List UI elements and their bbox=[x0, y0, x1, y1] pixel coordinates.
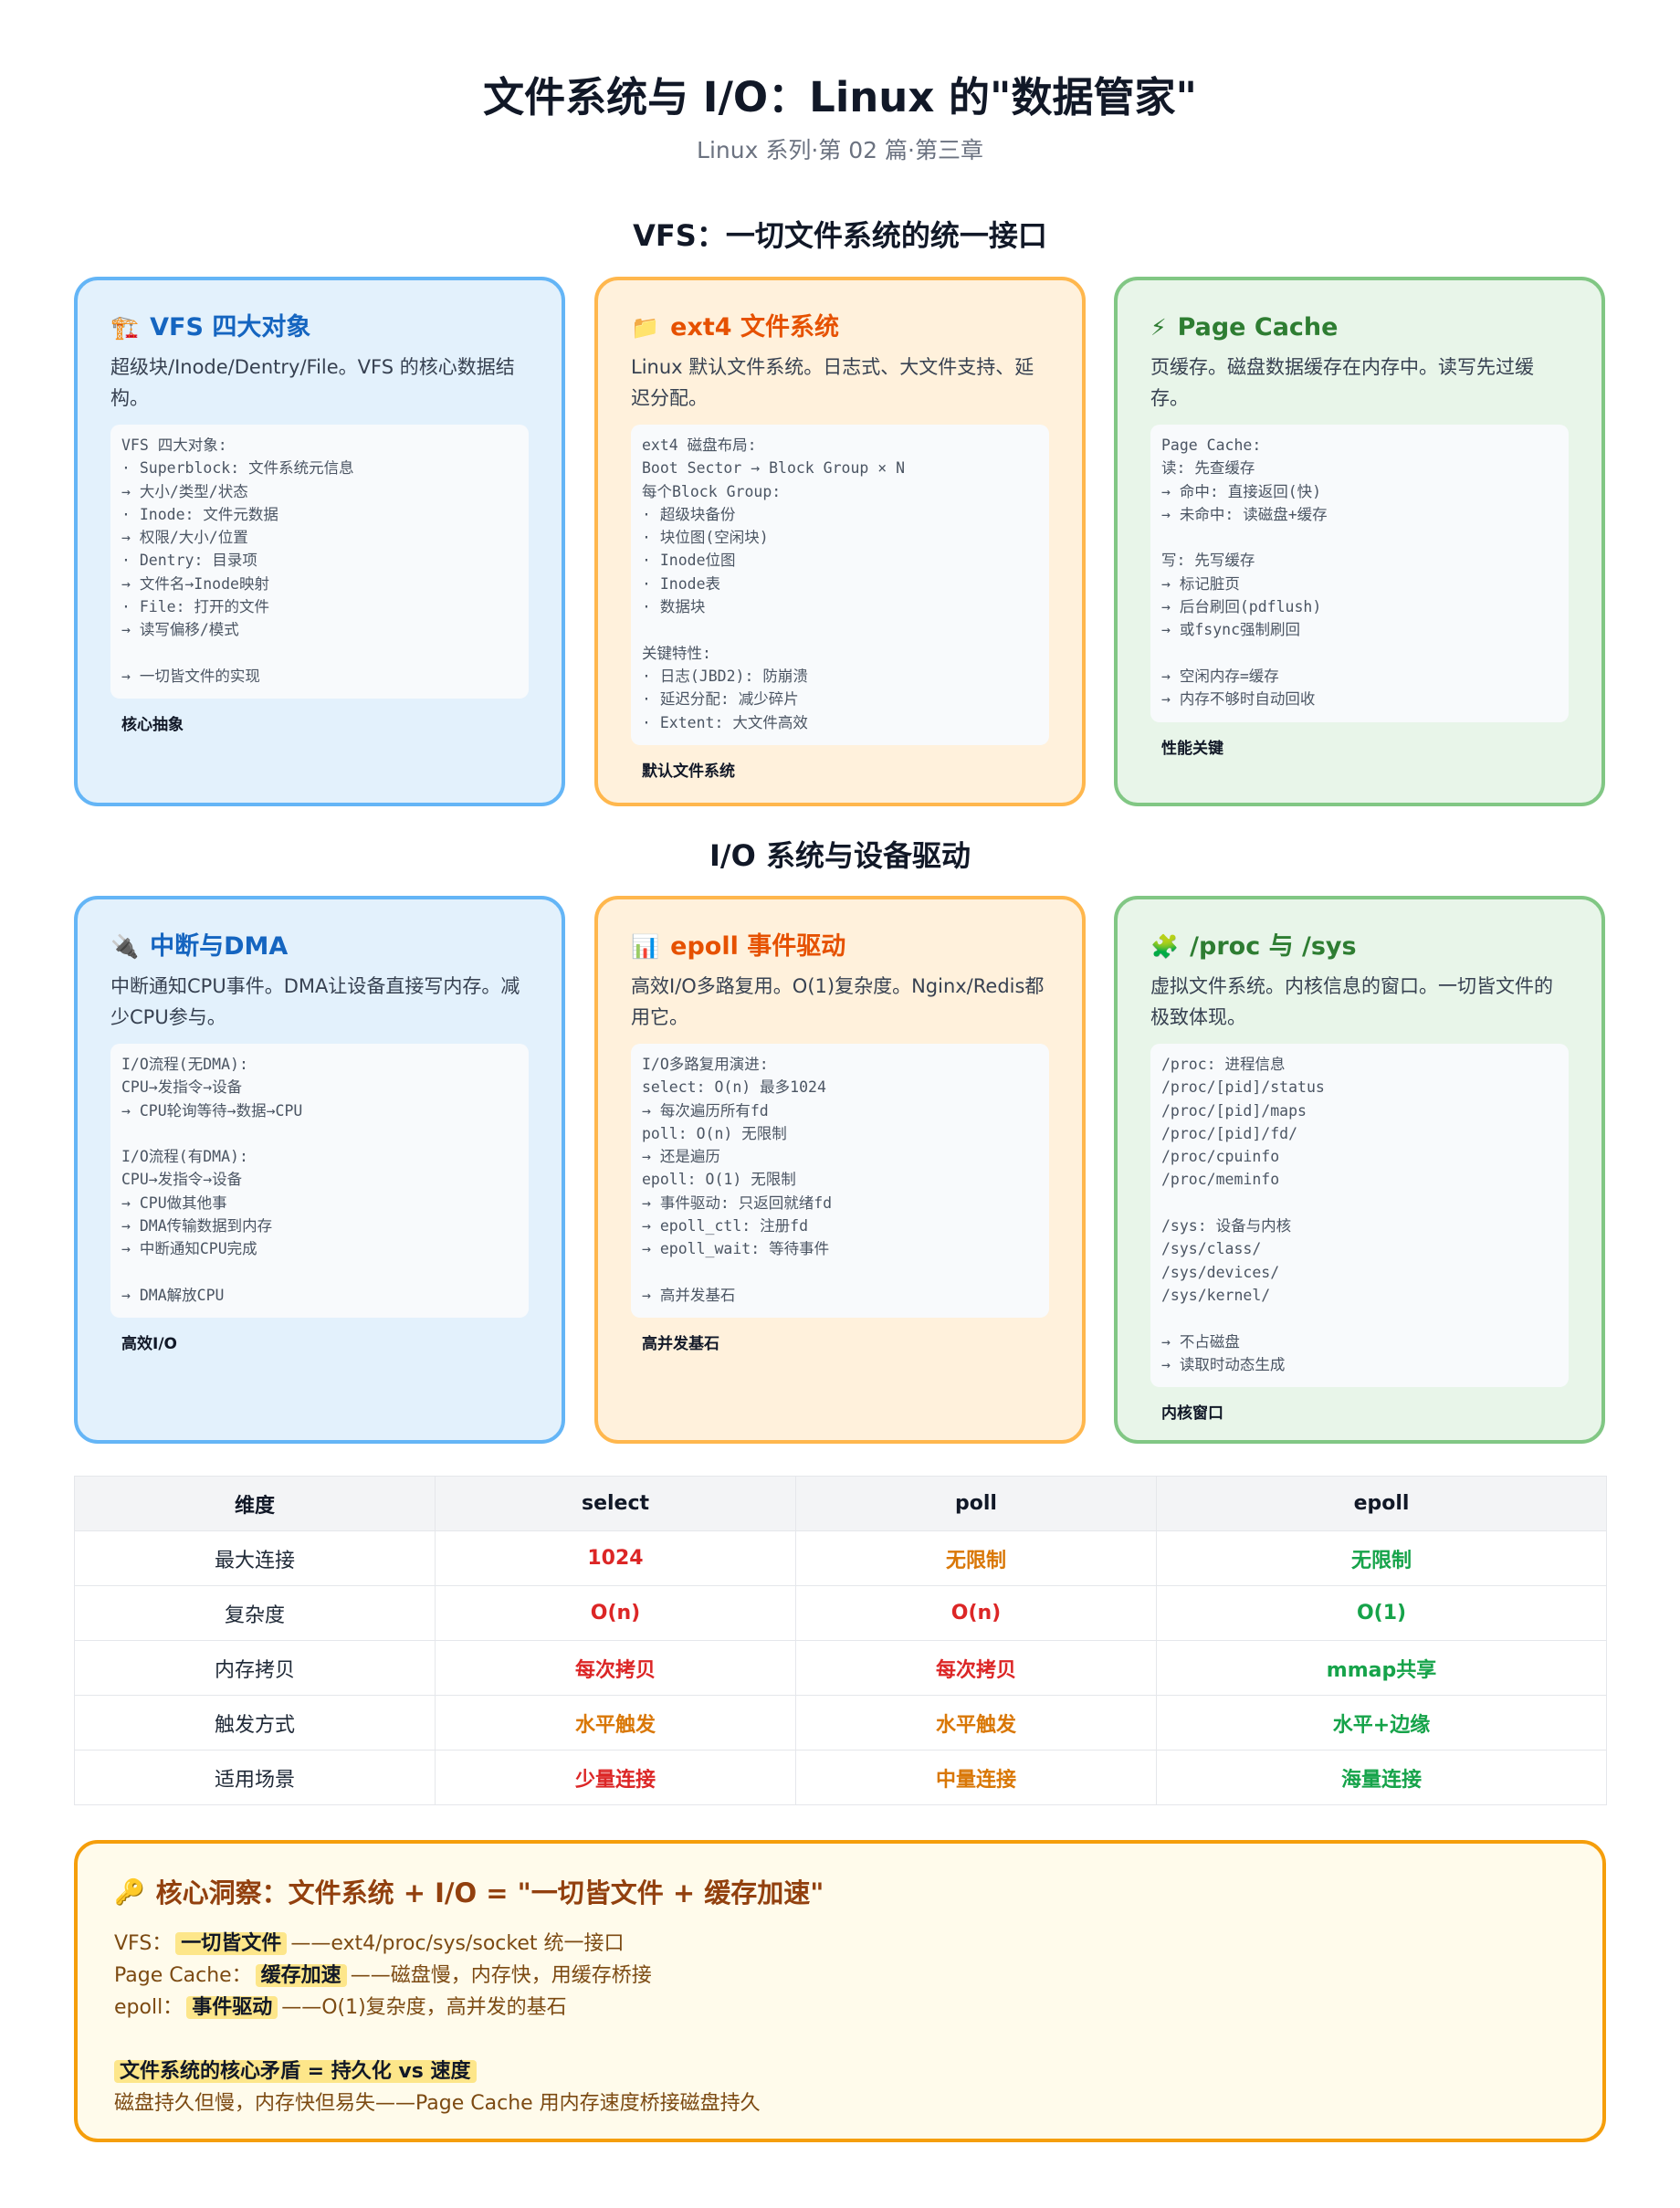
insight-title-text: 核心洞察：文件系统 + I/O = "一切皆文件 + 缓存加速" bbox=[155, 1877, 824, 1908]
table-cell: 海量连接 bbox=[1156, 1750, 1607, 1805]
section-title-io: I/O 系统与设备驱动 bbox=[709, 838, 971, 873]
card-title: 🧩 /proc 与 /sys bbox=[1150, 929, 1569, 965]
table-cell: 无限制 bbox=[795, 1530, 1157, 1586]
puzzle-icon: 🧩 bbox=[1150, 933, 1180, 960]
card-description: 高效I/O多路复用。O(1)复杂度。Nginx/Redis都用它。 bbox=[631, 975, 1045, 1028]
table-header: select bbox=[435, 1476, 796, 1531]
card-proc-sys: 🧩 /proc 与 /sys 虚拟文件系统。内核信息的窗口。一切皆文件的极致体现… bbox=[1114, 896, 1605, 1444]
table-cell: 最大连接 bbox=[74, 1530, 436, 1586]
card-title-text: ext4 文件系统 bbox=[670, 313, 839, 342]
table-cell: 适用场景 bbox=[74, 1750, 436, 1805]
page-subtitle: Linux 系列·第 02 篇·第三章 bbox=[697, 137, 983, 163]
table-cell: O(n) bbox=[795, 1585, 1157, 1641]
table-cell: mmap共享 bbox=[1156, 1640, 1607, 1696]
table-header-row: 维度 select poll epoll bbox=[74, 1476, 1607, 1531]
insight-text: ——磁盘慢，内存快，用缓存桥接 bbox=[350, 1964, 652, 1987]
insight-line: epoll： 事件驱动 ——O(1)复杂度，高并发的基石 bbox=[114, 1992, 1566, 2024]
plug-icon: 🔌 bbox=[110, 933, 140, 960]
folder-icon: 📁 bbox=[631, 314, 660, 341]
insight-line: VFS： 一切皆文件 ——ext4/proc/sys/socket 统一接口 bbox=[114, 1928, 1566, 1960]
insight-highlight: 一切皆文件 bbox=[175, 1932, 288, 1955]
card-page-cache: ⚡ Page Cache 页缓存。磁盘数据缓存在内存中。读写先过缓存。 Page… bbox=[1114, 277, 1605, 806]
section-title-vfs: VFS：一切文件系统的统一接口 bbox=[633, 218, 1047, 253]
card-code-block: I/O流程(无DMA): CPU→发指令→设备 → CPU轮询等待→数据→CPU… bbox=[110, 1044, 529, 1319]
card-title-text: 中断与DMA bbox=[150, 932, 289, 961]
card-tag: 高效I/O bbox=[121, 1335, 177, 1354]
insight-highlight: 事件驱动 bbox=[186, 1996, 278, 2019]
table-header: poll bbox=[795, 1476, 1157, 1531]
card-code-block: Page Cache: 读: 先查缓存 → 命中: 直接返回(快) → 未命中:… bbox=[1150, 425, 1569, 722]
table-cell: 每次拷贝 bbox=[435, 1640, 796, 1696]
insight-text: ——O(1)复杂度，高并发的基石 bbox=[281, 1996, 567, 2019]
card-epoll: 📊 epoll 事件驱动 高效I/O多路复用。O(1)复杂度。Nginx/Red… bbox=[594, 896, 1086, 1444]
table-cell: 水平+边缘 bbox=[1156, 1695, 1607, 1751]
bar-chart-icon: 📊 bbox=[631, 933, 660, 960]
table-row: 触发方式 水平触发 水平触发 水平+边缘 bbox=[74, 1695, 1607, 1751]
card-title-text: epoll 事件驱动 bbox=[670, 932, 846, 961]
table-row: 适用场景 少量连接 中量连接 海量连接 bbox=[74, 1750, 1607, 1805]
insight-highlight: 缓存加速 bbox=[255, 1964, 347, 1987]
insight-box: 🔑 核心洞察：文件系统 + I/O = "一切皆文件 + 缓存加速" VFS：一… bbox=[74, 1840, 1606, 2142]
table-cell: 水平触发 bbox=[795, 1695, 1157, 1751]
card-title: 📁 ext4 文件系统 bbox=[631, 310, 1049, 346]
insight-line: 文件系统的核心矛盾 = 持久化 vs 速度 bbox=[114, 2056, 1566, 2087]
card-interrupt-dma: 🔌 中断与DMA 中断通知CPU事件。DMA让设备直接写内存。减少CPU参与。 … bbox=[74, 896, 565, 1444]
card-tag: 高并发基石 bbox=[642, 1335, 719, 1354]
card-title: 🏗️ VFS 四大对象 bbox=[110, 310, 529, 346]
card-tag: 核心抽象 bbox=[121, 716, 184, 735]
table-cell: 无限制 bbox=[1156, 1530, 1607, 1586]
card-description: 页缓存。磁盘数据缓存在内存中。读写先过缓存。 bbox=[1150, 356, 1534, 409]
card-title: 🔌 中断与DMA bbox=[110, 929, 529, 965]
card-code-block: /proc: 进程信息 /proc/[pid]/status /proc/[pi… bbox=[1150, 1044, 1569, 1388]
card-tag: 内核窗口 bbox=[1161, 1404, 1223, 1424]
card-ext4: 📁 ext4 文件系统 Linux 默认文件系统。日志式、大文件支持、延迟分配。… bbox=[594, 277, 1086, 806]
insight-highlight: 文件系统的核心矛盾 = 持久化 vs 速度 bbox=[114, 2060, 477, 2083]
insight-text: ——ext4/proc/sys/socket 统一接口 bbox=[290, 1932, 625, 1955]
card-title: 📊 epoll 事件驱动 bbox=[631, 929, 1049, 965]
card-description: Linux 默认文件系统。日志式、大文件支持、延迟分配。 bbox=[631, 356, 1034, 409]
insight-title: 🔑 核心洞察：文件系统 + I/O = "一切皆文件 + 缓存加速" bbox=[114, 1875, 1566, 1911]
table-row: 复杂度 O(n) O(n) O(1) bbox=[74, 1585, 1607, 1641]
table-row: 最大连接 1024 无限制 无限制 bbox=[74, 1530, 1607, 1586]
insight-label: Page Cache： bbox=[114, 1964, 252, 1987]
card-description: 超级块/Inode/Dentry/File。VFS 的核心数据结构。 bbox=[110, 356, 515, 409]
comparison-table: 维度 select poll epoll 最大连接 1024 无限制 无限制 复… bbox=[74, 1476, 1607, 1805]
card-tag: 性能关键 bbox=[1161, 739, 1223, 758]
card-description: 中断通知CPU事件。DMA让设备直接写内存。减少CPU参与。 bbox=[110, 975, 520, 1028]
table-cell: 1024 bbox=[435, 1530, 796, 1586]
table-cell: 少量连接 bbox=[435, 1750, 796, 1805]
card-code-block: VFS 四大对象: · Superblock: 文件系统元信息 → 大小/类型/… bbox=[110, 425, 529, 699]
table-cell: 复杂度 bbox=[74, 1585, 436, 1641]
page-title: 文件系统与 I/O：Linux 的"数据管家" bbox=[483, 73, 1197, 121]
card-tag: 默认文件系统 bbox=[642, 762, 735, 781]
card-code-block: ext4 磁盘布局: Boot Sector → Block Group × N… bbox=[631, 425, 1049, 745]
table-cell: 中量连接 bbox=[795, 1750, 1157, 1805]
lightning-icon: ⚡ bbox=[1150, 314, 1167, 341]
table-cell: 内存拷贝 bbox=[74, 1640, 436, 1696]
card-title-text: Page Cache bbox=[1177, 313, 1339, 342]
table-cell: O(n) bbox=[435, 1585, 796, 1641]
card-description: 虚拟文件系统。内核信息的窗口。一切皆文件的极致体现。 bbox=[1150, 975, 1553, 1028]
table-cell: 水平触发 bbox=[435, 1695, 796, 1751]
key-icon: 🔑 bbox=[114, 1878, 145, 1907]
table-header: 维度 bbox=[74, 1476, 436, 1531]
table-header: epoll bbox=[1156, 1476, 1607, 1531]
insight-label: VFS： bbox=[114, 1932, 173, 1955]
table-row: 内存拷贝 每次拷贝 每次拷贝 mmap共享 bbox=[74, 1640, 1607, 1696]
card-vfs-objects: 🏗️ VFS 四大对象 超级块/Inode/Dentry/File。VFS 的核… bbox=[74, 277, 565, 806]
card-title-text: /proc 与 /sys bbox=[1190, 932, 1357, 961]
card-code-block: I/O多路复用演进: select: O(n) 最多1024 → 每次遍历所有f… bbox=[631, 1044, 1049, 1319]
table-cell: O(1) bbox=[1156, 1585, 1607, 1641]
insight-line: Page Cache： 缓存加速 ——磁盘慢，内存快，用缓存桥接 bbox=[114, 1960, 1566, 1992]
insight-line: 磁盘持久但慢，内存快但易失——Page Cache 用内存速度桥接磁盘持久 bbox=[114, 2092, 761, 2115]
table-cell: 触发方式 bbox=[74, 1695, 436, 1751]
card-title: ⚡ Page Cache bbox=[1150, 310, 1569, 346]
table-cell: 每次拷贝 bbox=[795, 1640, 1157, 1696]
insight-body: VFS： 一切皆文件 ——ext4/proc/sys/socket 统一接口 Pag… bbox=[114, 1928, 1566, 2119]
card-title-text: VFS 四大对象 bbox=[150, 313, 311, 342]
construction-icon: 🏗️ bbox=[110, 314, 140, 341]
insight-label: epoll： bbox=[114, 1996, 184, 2019]
